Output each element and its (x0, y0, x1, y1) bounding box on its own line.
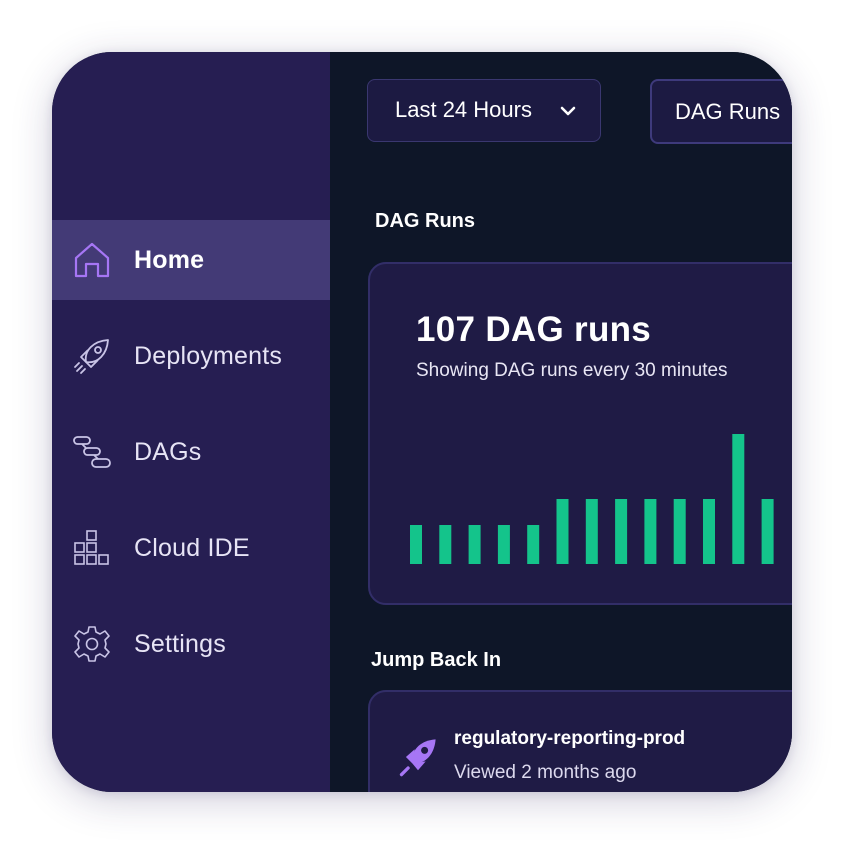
rocket-icon (74, 339, 109, 374)
sidebar-item-label: Cloud IDE (134, 533, 250, 562)
sidebar-item-label: DAGs (134, 437, 202, 466)
chart-bar (673, 499, 686, 564)
sidebar-item-settings[interactable]: Settings (52, 604, 334, 684)
dag-icon (73, 436, 111, 468)
app-window: Home Deployments DAGs Cloud IDE Settings… (52, 52, 792, 792)
sidebar-item-label: Deployments (134, 341, 283, 370)
section-title-jump-back-in: Jump Back In (371, 649, 502, 671)
chevron-down-icon (560, 106, 576, 116)
dag-runs-card[interactable]: 107 DAG runs Showing DAG runs every 30 m… (368, 262, 792, 605)
time-range-dropdown[interactable]: Last 24 Hours (367, 79, 601, 142)
gear-icon (74, 626, 110, 662)
cloud-ide-icon (74, 530, 109, 565)
chart-bar (468, 525, 481, 564)
sidebar: Home Deployments DAGs Cloud IDE Settings (52, 52, 335, 792)
chart-bar (761, 499, 774, 564)
chart-bar (497, 525, 510, 564)
chart-bar (703, 499, 715, 564)
sidebar-item-deployments[interactable]: Deployments (52, 316, 334, 396)
main-content: Last 24 Hours DAG Runs DAG Runs 107 DAG … (330, 52, 792, 792)
deployment-name: regulatory-reporting-prod (454, 728, 686, 749)
sidebar-item-cloud-ide[interactable]: Cloud IDE (52, 508, 334, 588)
chart-bar (732, 434, 745, 564)
dag-runs-bar-chart (410, 434, 774, 564)
chart-bar (410, 525, 422, 564)
rocket-icon (399, 739, 436, 777)
deployment-viewed-time: Viewed 2 months ago (454, 762, 637, 783)
sidebar-item-home[interactable]: Home (52, 220, 335, 300)
recent-deployment-card[interactable]: regulatory-reporting-prod Viewed 2 month… (368, 690, 792, 792)
chart-bar (585, 499, 598, 564)
chart-bar (644, 499, 657, 564)
sidebar-item-label: Settings (134, 629, 226, 658)
chart-bar (527, 525, 540, 564)
sidebar-item-dags[interactable]: DAGs (52, 412, 334, 492)
sidebar-item-label: Home (134, 245, 205, 274)
home-icon (74, 242, 110, 278)
chart-bar (439, 525, 452, 564)
tab-label: DAG Runs (675, 99, 781, 124)
time-range-label: Last 24 Hours (395, 97, 532, 122)
chart-bar (615, 499, 628, 564)
section-title-dag-runs: DAG Runs (375, 210, 475, 232)
chart-bar (556, 499, 569, 564)
tab-dag-runs[interactable]: DAG Runs (650, 79, 792, 144)
